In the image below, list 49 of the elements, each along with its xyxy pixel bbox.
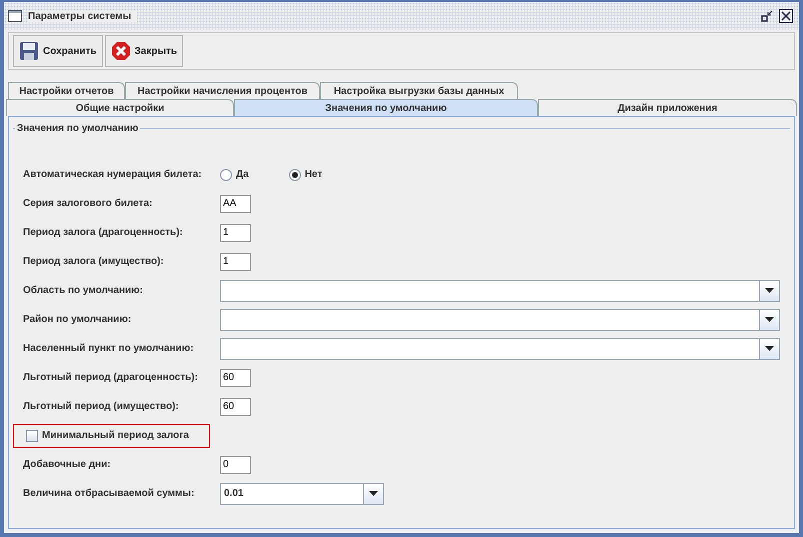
checkbox[interactable]	[26, 430, 38, 442]
input-field[interactable]: 1	[220, 252, 251, 270]
toolbar-button[interactable]: Сохранить	[13, 35, 103, 67]
radio-button[interactable]	[288, 168, 301, 180]
radio-label[interactable]: Нет	[304, 169, 322, 180]
window-icon	[8, 10, 22, 22]
dropdown-button[interactable]	[759, 280, 779, 300]
input-field[interactable]: АА	[220, 194, 251, 212]
caret-icon	[369, 491, 378, 496]
toolbar-button[interactable]: Закрыть	[104, 35, 184, 67]
caret-icon	[765, 317, 774, 322]
input-field[interactable]: 60	[220, 368, 251, 386]
tab[interactable]: Общие настройки	[6, 99, 234, 116]
field-label: Льготный период (имущество):	[23, 401, 180, 412]
field-label: Населенный пункт по умолчанию:	[23, 343, 195, 354]
dropdown-button[interactable]	[363, 484, 383, 504]
field-label: Добавочные дни:	[23, 459, 112, 470]
caret-icon	[765, 346, 774, 351]
dropdown-button[interactable]	[759, 338, 779, 358]
tab[interactable]: Настройки начисления процентов	[125, 82, 320, 99]
close-icon	[110, 41, 131, 61]
field-label: Льготный период (драгоценность):	[23, 372, 199, 383]
tab[interactable]: Настройка выгрузки базы данных	[320, 82, 518, 99]
field-label: Область по умолчанию:	[23, 285, 144, 296]
dropdown-field[interactable]	[220, 308, 780, 330]
input-field[interactable]: 60	[220, 398, 251, 416]
input-field[interactable]: 1	[220, 224, 251, 242]
radio-label[interactable]: Да	[236, 169, 249, 180]
field-label: Величина отбрасываемой суммы:	[23, 488, 196, 499]
window-title: Параметры системы	[28, 10, 138, 22]
group-title: Значения по умолчанию	[16, 123, 140, 134]
tab[interactable]: Значения по умолчанию	[234, 99, 538, 116]
field-label: Автоматическая нумерация билета:	[23, 169, 203, 180]
checkbox-label[interactable]: Минимальный период залога	[42, 430, 189, 441]
field-label: Серия залогового билета:	[23, 198, 154, 209]
radio-button[interactable]	[220, 168, 232, 180]
dropdown-field[interactable]	[220, 338, 780, 360]
field-label: Период залога (драгоценность):	[23, 227, 184, 238]
dropdown-button[interactable]	[759, 310, 779, 330]
tab[interactable]: Дизайн приложения	[538, 99, 797, 116]
close-icon[interactable]	[779, 9, 793, 23]
caret-icon	[765, 288, 774, 293]
field-label: Район по умолчанию:	[23, 314, 132, 325]
restore-icon[interactable]	[761, 10, 773, 22]
input-field[interactable]: 0	[220, 456, 251, 474]
field-label: Период залога (имущество):	[23, 256, 165, 267]
dropdown-field[interactable]: 0.01	[220, 482, 384, 504]
dropdown-field[interactable]	[220, 280, 780, 302]
tab[interactable]: Настройки отчетов	[8, 82, 125, 99]
